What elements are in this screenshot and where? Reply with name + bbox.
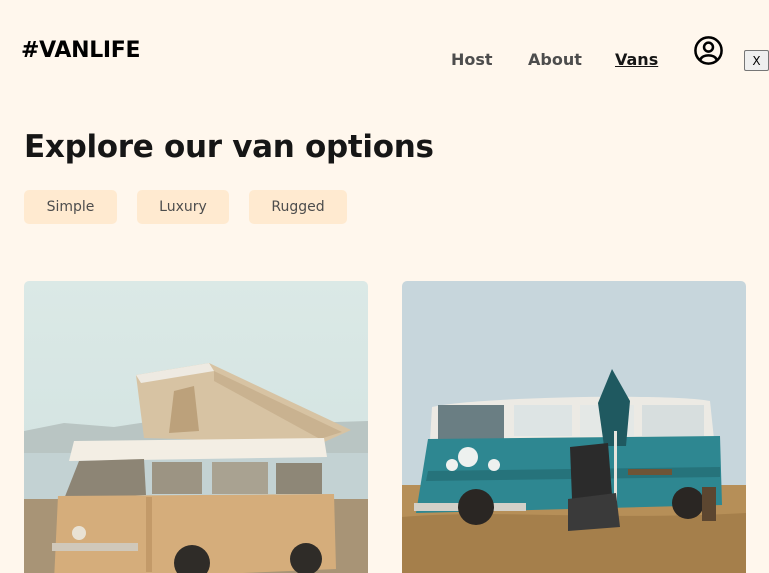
van-card-1[interactable] [24, 281, 368, 573]
van-image-1 [24, 281, 368, 573]
van-image-2 [402, 281, 746, 573]
page-title: Explore our van options [24, 129, 434, 165]
close-button[interactable]: X [744, 50, 769, 71]
filter-simple-button[interactable]: Simple [24, 190, 117, 224]
nav-link-host[interactable]: Host [451, 50, 493, 69]
filter-luxury-button[interactable]: Luxury [137, 190, 229, 224]
filter-rugged-button[interactable]: Rugged [249, 190, 347, 224]
user-avatar-icon[interactable] [693, 35, 724, 66]
nav-link-vans[interactable]: Vans [615, 50, 658, 69]
van-card-2[interactable] [402, 281, 746, 573]
nav-link-about[interactable]: About [528, 50, 582, 69]
site-logo[interactable]: #VANLIFE [21, 38, 141, 63]
